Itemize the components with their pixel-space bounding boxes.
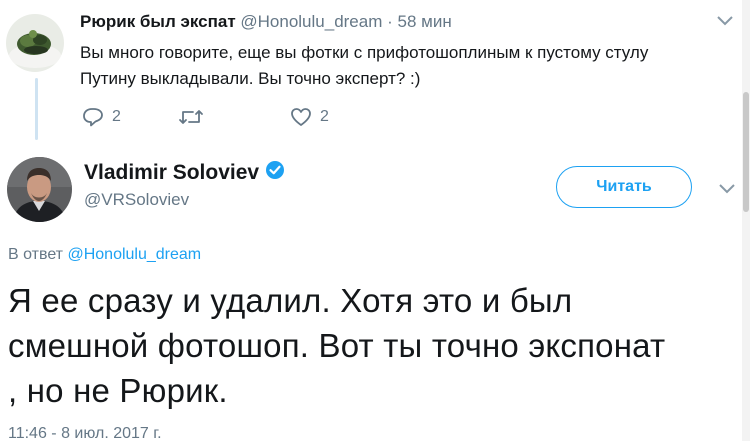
retweet-action[interactable] <box>178 107 212 127</box>
main-author-name-row: Vladimir Soloviev <box>84 160 285 186</box>
verified-badge-icon <box>265 160 285 186</box>
main-tweet-text: Я ее сразу и удалил. Хотя это и был смеш… <box>8 278 738 413</box>
main-text-line: смешной фотошоп. Вот ты точно экспонат <box>8 327 666 364</box>
reply-action[interactable]: 2 <box>82 107 121 127</box>
follow-button[interactable]: Читать <box>556 166 692 208</box>
main-tweet-timestamp[interactable]: 11:46 - 8 июл. 2017 г. <box>8 425 162 443</box>
reply-icon <box>82 107 104 127</box>
scrollbar-thumb[interactable] <box>743 92 749 212</box>
reply-author-name[interactable]: Рюрик был экспат <box>80 12 236 31</box>
reply-tweet-time[interactable]: 58 мин <box>398 12 452 31</box>
reply-text-line: Вы много говорите, еще вы фотки с прифот… <box>80 43 649 62</box>
main-text-line: Я ее сразу и удалил. Хотя это и был <box>8 282 573 319</box>
scrollbar-track[interactable] <box>742 0 750 441</box>
reply-tweet-header: Рюрик был экспат @Honolulu_dream · 58 ми… <box>80 12 452 32</box>
in-reply-to: В ответ @Honolulu_dream <box>8 246 201 264</box>
main-text-line: , но не Рюрик. <box>8 372 228 409</box>
reply-text-line: Путину выкладывали. Вы точно эксперт? :) <box>80 69 421 88</box>
like-count: 2 <box>320 108 329 125</box>
reply-author-avatar[interactable] <box>6 14 64 72</box>
like-action[interactable]: 2 <box>290 107 329 127</box>
chevron-down-icon[interactable] <box>718 182 736 196</box>
in-reply-handle-link[interactable]: @Honolulu_dream <box>67 246 201 263</box>
retweet-icon <box>178 107 204 127</box>
header-separator: · <box>387 12 393 31</box>
thread-connector-line <box>35 78 38 140</box>
like-icon <box>290 107 312 127</box>
reply-count: 2 <box>112 108 121 125</box>
reply-author-handle[interactable]: @Honolulu_dream <box>240 12 382 31</box>
in-reply-prefix: В ответ <box>8 246 64 263</box>
chevron-down-icon[interactable] <box>716 14 734 28</box>
main-author-name[interactable]: Vladimir Soloviev <box>84 161 259 185</box>
main-author-avatar[interactable] <box>7 157 72 222</box>
reply-tweet-text: Вы много говорите, еще вы фотки с прифот… <box>80 40 700 92</box>
main-author-handle[interactable]: @VRSoloviev <box>84 190 189 210</box>
